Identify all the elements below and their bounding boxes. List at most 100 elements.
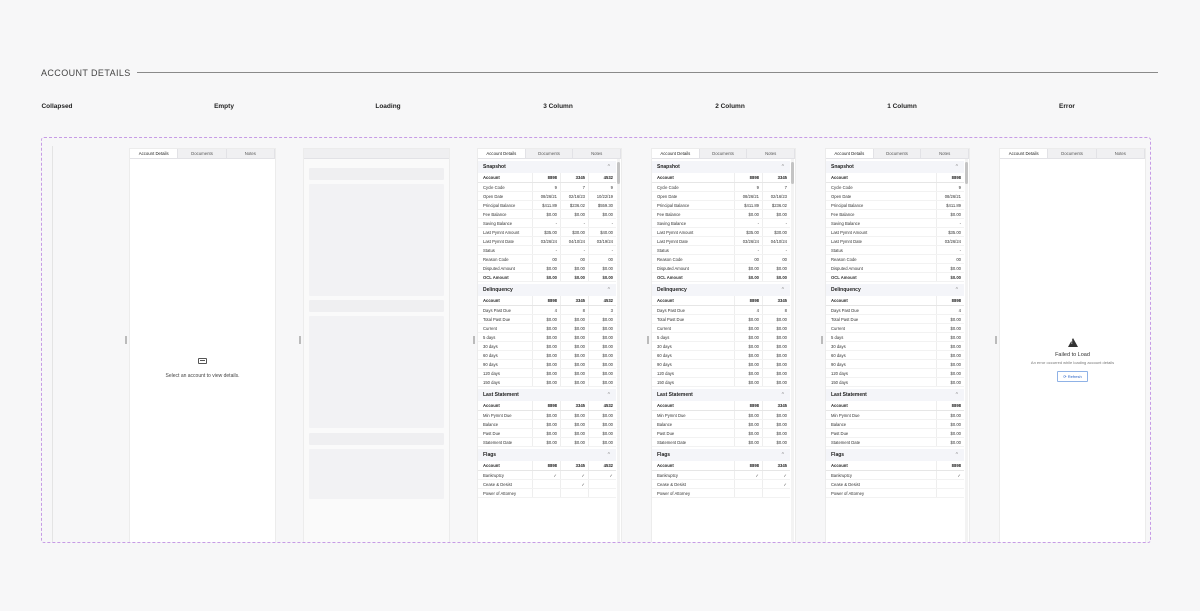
cell-value: - (936, 246, 964, 254)
cell-value: $0.00 (936, 210, 964, 218)
tab-account-details[interactable]: Account Details (826, 149, 874, 158)
row-label: Power of Attorney (831, 490, 865, 496)
tab-documents[interactable]: Documents (700, 149, 748, 158)
table-header-row: Account 8898 3345 4532 (478, 401, 616, 411)
tab-notes[interactable]: Notes (573, 149, 621, 158)
tab-documents[interactable]: Documents (874, 149, 922, 158)
table-row: Fee Balance $0.00 $0.00 $0.00 (478, 210, 616, 219)
tab-notes[interactable]: Notes (227, 149, 275, 158)
section-header[interactable]: Delinquency ^ (478, 284, 616, 296)
cell-value: 03/26/24 (532, 237, 560, 245)
row-label: Total Past Due (657, 316, 685, 322)
resize-handle[interactable] (473, 336, 475, 344)
account-number: 4532 (588, 461, 616, 470)
section-header[interactable]: Delinquency ^ (652, 284, 790, 296)
resize-handle[interactable] (821, 336, 823, 344)
chevron-up-icon[interactable]: ^ (956, 164, 958, 170)
cell-value: 8 (762, 306, 790, 314)
section-header[interactable]: Flags ^ (652, 449, 790, 461)
cell-value: $0.00 (734, 420, 762, 428)
chevron-up-icon[interactable]: ^ (782, 452, 784, 458)
cell-value: $0.00 (532, 210, 560, 218)
tab-documents[interactable]: Documents (178, 149, 227, 158)
cell-value: 00 (588, 255, 616, 263)
section-header[interactable]: Flags ^ (478, 449, 616, 461)
account-header: Account (657, 403, 674, 408)
chevron-up-icon[interactable]: ^ (782, 287, 784, 293)
row-label: Saving Balance (657, 220, 687, 226)
variant-label: Loading (375, 103, 401, 110)
section-header[interactable]: Last Statement ^ (478, 389, 616, 401)
variant-label: Empty (214, 103, 234, 110)
resize-handle[interactable] (995, 336, 997, 344)
table-row: 90 days $0.00 (826, 360, 964, 369)
chevron-up-icon[interactable]: ^ (956, 287, 958, 293)
section-header[interactable]: Flags ^ (826, 449, 964, 461)
cell-value: - (588, 219, 616, 227)
error-title: Failed to Load (1055, 352, 1090, 358)
cell-value: $0.00 (762, 378, 790, 386)
account-number: 8898 (936, 296, 964, 305)
table-row: Disputed Amount $0.00 (826, 264, 964, 273)
resize-handle[interactable] (299, 336, 301, 344)
chevron-up-icon[interactable]: ^ (956, 392, 958, 398)
scrollbar-thumb[interactable] (791, 162, 794, 184)
row-label: Reason Code (831, 256, 857, 262)
tab-account-details[interactable]: Account Details (478, 149, 526, 158)
table-row: Saving Balance - (826, 219, 964, 228)
row-label: Status (483, 247, 495, 253)
scrollbar-thumb[interactable] (617, 162, 620, 184)
tab-notes[interactable]: Notes (921, 149, 969, 158)
refresh-button[interactable]: ⟳ Refresh (1057, 371, 1088, 382)
chevron-up-icon[interactable]: ^ (782, 392, 784, 398)
tab-notes[interactable]: Notes (747, 149, 795, 158)
skeleton-tab-bar (304, 149, 449, 159)
section-title: Last Statement (831, 392, 867, 398)
tab-documents[interactable]: Documents (1048, 149, 1097, 158)
chevron-up-icon[interactable]: ^ (608, 392, 610, 398)
scrollbar[interactable] (617, 159, 620, 542)
chevron-up-icon[interactable]: ^ (782, 164, 784, 170)
chevron-up-icon[interactable]: ^ (608, 452, 610, 458)
skeleton-block (309, 168, 444, 180)
scrollbar[interactable] (965, 159, 968, 542)
row-label: Fee Balance (831, 211, 855, 217)
tab-account-details[interactable]: Account Details (130, 149, 179, 158)
section-header[interactable]: Last Statement ^ (652, 389, 790, 401)
cell-value: $0.00 (734, 324, 762, 332)
cell-value: 9 (588, 183, 616, 191)
cell-value: $0.00 (532, 429, 560, 437)
cell-value: $0.00 (560, 411, 588, 419)
section-header[interactable]: Snapshot ^ (478, 161, 616, 173)
row-label: Past Due (483, 430, 501, 436)
row-label: Reason Code (483, 256, 509, 262)
cell-value: $0.00 (762, 420, 790, 428)
chevron-up-icon[interactable]: ^ (956, 452, 958, 458)
resize-handle[interactable] (125, 336, 127, 344)
skeleton-block (309, 433, 444, 445)
table-row: Bankruptcy ✓ (826, 471, 964, 480)
scrollbar-thumb[interactable] (965, 162, 968, 184)
account-panel-3-column: Account Details Documents Notes Snapshot… (477, 148, 622, 542)
cell-value (588, 480, 616, 488)
row-label: Past Due (657, 430, 675, 436)
scrollbar[interactable] (791, 159, 794, 542)
section-header[interactable]: Last Statement ^ (826, 389, 964, 401)
cell-value: $0.00 (588, 273, 616, 281)
section-header[interactable]: Delinquency ^ (826, 284, 964, 296)
cell-value: 04/10/24 (560, 237, 588, 245)
resize-handle[interactable] (647, 336, 649, 344)
section-header[interactable]: Snapshot ^ (826, 161, 964, 173)
tab-bar: Account Details Documents Notes (130, 149, 275, 159)
tab-notes[interactable]: Notes (1097, 149, 1145, 158)
chevron-up-icon[interactable]: ^ (608, 287, 610, 293)
chevron-up-icon[interactable]: ^ (608, 164, 610, 170)
cell-value: - (560, 246, 588, 254)
section-header[interactable]: Snapshot ^ (652, 161, 790, 173)
tab-documents[interactable]: Documents (526, 149, 574, 158)
tab-account-details[interactable]: Account Details (1000, 149, 1049, 158)
account-number: 4532 (588, 401, 616, 410)
tab-account-details[interactable]: Account Details (652, 149, 700, 158)
cell-value: ✓ (588, 471, 616, 479)
cell-value: $0.00 (588, 210, 616, 218)
